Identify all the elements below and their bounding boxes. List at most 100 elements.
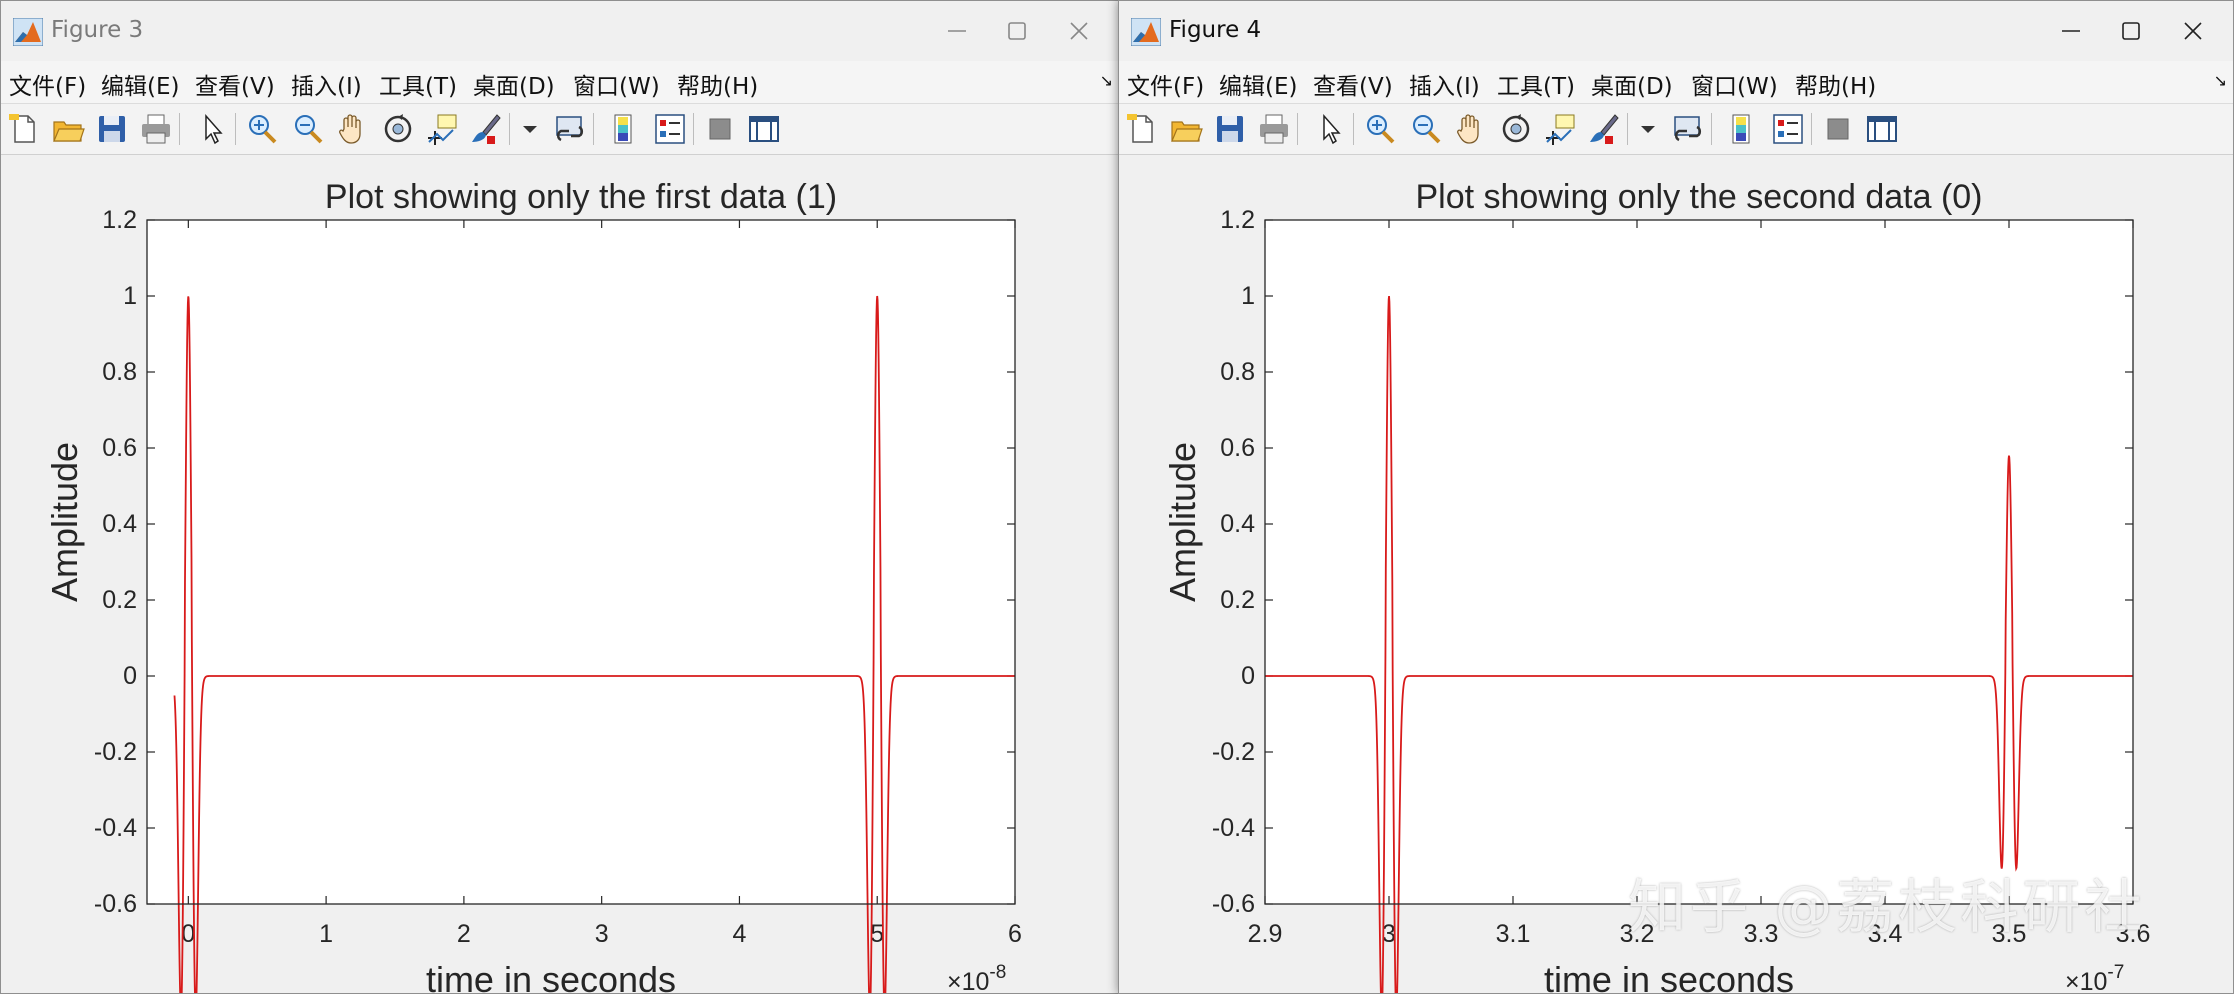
toolbar-separator [1297, 113, 1298, 145]
window-title: Figure 3 [51, 17, 144, 43]
show-plot-tools-icon [1865, 116, 1899, 150]
close-button[interactable] [1049, 9, 1109, 53]
menu-item[interactable]: 桌面(D) [473, 67, 555, 101]
title-bar[interactable]: Figure 4 [1119, 1, 2233, 61]
pan-hand-button[interactable] [1453, 112, 1487, 146]
brush-dropdown-button[interactable] [513, 112, 537, 146]
menu-item[interactable]: 查看(V) [1313, 67, 1393, 101]
menu-item[interactable]: 编辑(E) [101, 67, 179, 101]
brush-button[interactable] [469, 112, 503, 146]
link-plot-button[interactable] [1671, 112, 1705, 146]
brush-button[interactable] [1587, 112, 1621, 146]
chart-title: Plot showing only the second data (0) [1415, 178, 1982, 216]
pan-hand-button[interactable] [335, 112, 369, 146]
figure-toolbar [1, 104, 1119, 155]
colorbar-icon [1725, 114, 1759, 150]
figure-canvas[interactable]: Plot showing only the first data (1) 1.2 1… [1, 155, 1119, 993]
pan-hand-icon [335, 114, 369, 150]
zoom-in-icon [245, 115, 279, 150]
menu-item[interactable]: 文件(F) [9, 67, 86, 101]
rotate-3d-button[interactable] [381, 112, 415, 146]
colorbar-button[interactable] [607, 112, 641, 146]
menu-item[interactable]: 工具(T) [379, 67, 457, 101]
menu-item[interactable]: 窗口(W) [1691, 67, 1778, 101]
x-axis-label: time in seconds [426, 959, 676, 994]
colorbar-button[interactable] [1725, 112, 1759, 146]
save-icon [1213, 116, 1247, 150]
plot-figure[interactable]: Plot showing only the first data (1) 1.2 1… [1, 155, 1120, 994]
print-button[interactable] [139, 112, 173, 146]
maximize-button[interactable] [2101, 9, 2161, 53]
open-file-button[interactable] [51, 112, 85, 146]
y-tick-label: 0.6 [102, 434, 137, 462]
data-cursor-icon [1543, 114, 1577, 150]
y-tick-label: -0.6 [1212, 890, 1255, 918]
zoom-in-button[interactable] [1363, 112, 1397, 146]
menu-item[interactable]: 帮助(H) [677, 67, 758, 101]
rotate-3d-icon [381, 114, 415, 150]
legend-icon [653, 114, 687, 150]
y-tick-label: -0.2 [94, 738, 137, 766]
select-arrow-icon [1313, 114, 1347, 150]
menu-item[interactable]: 查看(V) [195, 67, 275, 101]
save-icon [95, 116, 129, 150]
legend-button[interactable] [1771, 112, 1805, 146]
close-button[interactable] [2163, 9, 2223, 53]
hide-plot-tools-icon [1821, 118, 1855, 150]
y-tick-label: 0 [123, 662, 137, 690]
figure-window-3[interactable]: Figure 3 文件(F) 编辑(E) 查看(V) 插入(I) 工具(T) 桌面(D) 窗口… [0, 0, 1120, 994]
y-tick-label: 1.2 [1220, 206, 1255, 234]
minimize-button[interactable] [927, 9, 987, 53]
legend-icon [1771, 114, 1805, 150]
zoom-out-button[interactable] [291, 112, 325, 146]
toolbar-separator [509, 113, 510, 145]
y-tick-label: 0.2 [102, 586, 137, 614]
select-arrow-icon [195, 114, 229, 150]
figure-window-4[interactable]: Figure 4 文件(F) 编辑(E) 查看(V) 插入(I) 工具(T) 桌面(D) 窗口… [1118, 0, 2234, 994]
zoom-out-icon [291, 115, 325, 150]
brush-dropdown-button[interactable] [1631, 112, 1655, 146]
hide-plot-tools-button[interactable] [1821, 112, 1855, 146]
menu-item[interactable]: 桌面(D) [1591, 67, 1673, 101]
link-plot-button[interactable] [553, 112, 587, 146]
window-title: Figure 4 [1169, 17, 1262, 43]
data-cursor-button[interactable] [1543, 112, 1577, 146]
x-tick-label: 2 [457, 920, 471, 948]
new-figure-button[interactable] [7, 112, 41, 146]
menu-item[interactable]: 文件(F) [1127, 67, 1204, 101]
menu-item[interactable]: 插入(I) [1409, 67, 1480, 101]
x-axis-multiplier: ×10-8 [947, 962, 1006, 994]
menu-item[interactable]: 插入(I) [291, 67, 362, 101]
menu-item[interactable]: 工具(T) [1497, 67, 1575, 101]
data-cursor-button[interactable] [425, 112, 459, 146]
print-button[interactable] [1257, 112, 1291, 146]
title-bar[interactable]: Figure 3 [1, 1, 1119, 61]
dock-arrow-icon[interactable]: ↘ [2214, 71, 2227, 91]
show-plot-tools-button[interactable] [747, 112, 781, 146]
save-button[interactable] [1213, 112, 1247, 146]
toolbar-separator [179, 113, 180, 145]
menu-item[interactable]: 帮助(H) [1795, 67, 1876, 101]
y-tick-label: -0.4 [94, 814, 137, 842]
maximize-button[interactable] [987, 9, 1047, 53]
rotate-3d-button[interactable] [1499, 112, 1533, 146]
show-plot-tools-button[interactable] [1865, 112, 1899, 146]
hide-plot-tools-button[interactable] [703, 112, 737, 146]
x-tick-label: 1 [319, 920, 333, 948]
legend-button[interactable] [653, 112, 687, 146]
y-tick-label: 1 [123, 282, 137, 310]
pan-hand-icon [1453, 114, 1487, 150]
select-arrow-button[interactable] [195, 112, 229, 146]
minimize-button[interactable] [2041, 9, 2101, 53]
open-file-button[interactable] [1169, 112, 1203, 146]
save-button[interactable] [95, 112, 129, 146]
select-arrow-button[interactable] [1313, 112, 1347, 146]
zoom-out-button[interactable] [1409, 112, 1443, 146]
menu-item[interactable]: 编辑(E) [1219, 67, 1297, 101]
new-figure-button[interactable] [1125, 112, 1159, 146]
figure-toolbar [1119, 104, 2233, 155]
dock-arrow-icon[interactable]: ↘ [1100, 71, 1113, 91]
menu-item[interactable]: 窗口(W) [573, 67, 660, 101]
zoom-in-button[interactable] [245, 112, 279, 146]
print-icon [139, 114, 173, 150]
